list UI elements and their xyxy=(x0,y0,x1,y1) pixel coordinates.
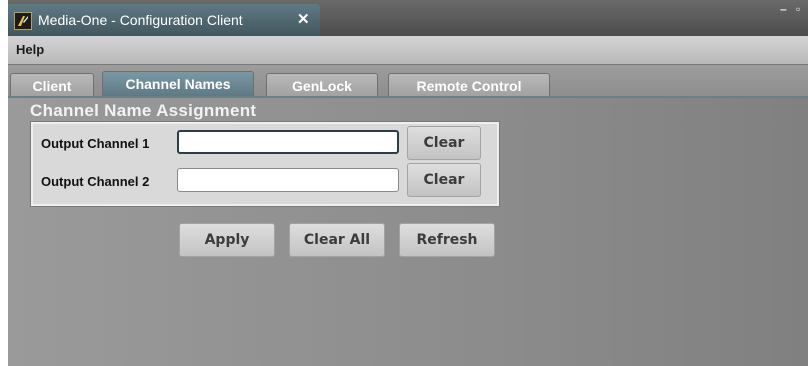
maximize-icon[interactable]: ▫ xyxy=(796,2,800,16)
clear-channel-1-button[interactable]: Clear xyxy=(407,126,481,160)
tab-client-label: Client xyxy=(32,78,72,94)
media-one-logo-icon xyxy=(14,12,32,30)
tab-genlock[interactable]: GenLock xyxy=(266,73,378,98)
channel-group-box: Output Channel 1 Clear Output Channel 2 … xyxy=(31,122,499,206)
window-title: Media-One - Configuration Client xyxy=(38,12,243,28)
tab-strip: Client Channel Names GenLock Remote Cont… xyxy=(8,65,808,98)
tab-remote-control[interactable]: Remote Control xyxy=(388,73,550,98)
output-channel-2-label: Output Channel 2 xyxy=(41,174,150,189)
tab-remote-control-label: Remote Control xyxy=(416,78,522,94)
tab-channel-names[interactable]: Channel Names xyxy=(102,71,254,98)
output-channel-1-label: Output Channel 1 xyxy=(41,136,150,151)
apply-button[interactable]: Apply xyxy=(179,223,275,257)
tab-channel-names-label: Channel Names xyxy=(125,76,231,92)
window-title-tab[interactable]: Media-One - Configuration Client ✕ xyxy=(8,4,320,36)
output-channel-1-input[interactable] xyxy=(177,130,399,154)
clear-channel-2-button[interactable]: Clear xyxy=(407,163,481,197)
close-icon[interactable]: ✕ xyxy=(297,10,310,28)
tab-client[interactable]: Client xyxy=(10,73,94,98)
refresh-button[interactable]: Refresh xyxy=(399,223,495,257)
tab-content-panel: Channel Name Assignment Output Channel 1… xyxy=(8,98,808,366)
clear-all-button[interactable]: Clear All xyxy=(289,223,385,257)
output-channel-2-input[interactable] xyxy=(177,168,399,192)
app-window: Media-One - Configuration Client ✕ – ▫ H… xyxy=(8,0,808,366)
minimize-icon[interactable]: – xyxy=(780,2,787,16)
menu-help[interactable]: Help xyxy=(16,42,44,57)
menu-bar: Help xyxy=(8,36,808,65)
title-bar[interactable]: Media-One - Configuration Client ✕ – ▫ xyxy=(8,0,808,36)
panel-title: Channel Name Assignment xyxy=(30,101,257,120)
tab-genlock-label: GenLock xyxy=(292,78,352,94)
